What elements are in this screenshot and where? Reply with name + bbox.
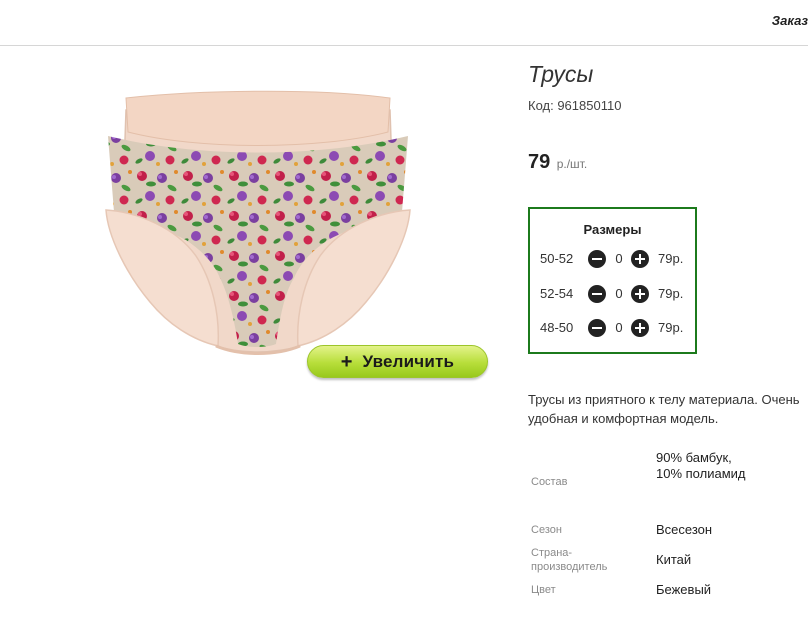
attr-label-color: Цвет [531, 584, 556, 596]
plus-circle-icon[interactable] [631, 285, 649, 303]
size-label: 48-50 [540, 320, 574, 335]
product-price: 79 р./шт. [528, 151, 587, 174]
attr-label-country: Страна-производитель [531, 547, 608, 573]
attr-label-composition: Состав [531, 476, 568, 488]
description-line: удобная и комфортная модель. [528, 411, 719, 426]
top-bar: Заказ [0, 0, 808, 46]
attr-value-composition: 90% бамбук, 10% полиамид [656, 450, 746, 481]
zoom-label: Увеличить [362, 351, 455, 371]
minus-circle-icon[interactable] [588, 319, 606, 337]
order-link[interactable]: Заказ [772, 13, 808, 28]
minus-circle-icon[interactable] [588, 250, 606, 268]
description-line: Трусы из приятного к телу материала. Оче… [528, 392, 800, 407]
size-row: 48-50 0 79р. [540, 318, 690, 338]
plus-circle-icon[interactable] [631, 250, 649, 268]
size-label: 52-54 [540, 286, 574, 301]
size-price: 79р. [658, 286, 684, 301]
product-image[interactable] [88, 88, 428, 358]
attr-value-country: Китай [656, 552, 692, 567]
size-price: 79р. [658, 251, 684, 266]
price-unit: р./шт. [556, 157, 588, 171]
sizes-panel: Размеры 50-52 0 79р. 52-54 0 79р. 48-50 … [528, 207, 697, 354]
size-label: 50-52 [540, 251, 574, 266]
minus-circle-icon[interactable] [588, 285, 606, 303]
product-title: Трусы [528, 61, 594, 87]
product-description: Трусы из приятного к телу материала. Оче… [528, 390, 808, 428]
quantity-value: 0 [615, 286, 623, 301]
sizes-title: Размеры [583, 222, 642, 237]
size-row: 52-54 0 79р. [540, 284, 690, 304]
attr-label-season: Сезон [531, 524, 562, 536]
zoom-button[interactable]: + Увеличить [307, 345, 488, 378]
size-price: 79р. [658, 320, 684, 335]
quantity-value: 0 [615, 320, 623, 335]
quantity-value: 0 [615, 251, 623, 266]
attr-value-season: Всесезон [656, 522, 713, 537]
product-code: Код: 961850110 [528, 98, 622, 113]
plus-icon: + [340, 350, 353, 373]
size-row: 50-52 0 79р. [540, 249, 690, 269]
price-value: 79 [528, 151, 551, 173]
product-page: Заказ + Увеличить Трусы Код: 961850110 7… [0, 0, 808, 620]
attr-value-color: Бежевый [656, 582, 712, 597]
plus-circle-icon[interactable] [631, 319, 649, 337]
